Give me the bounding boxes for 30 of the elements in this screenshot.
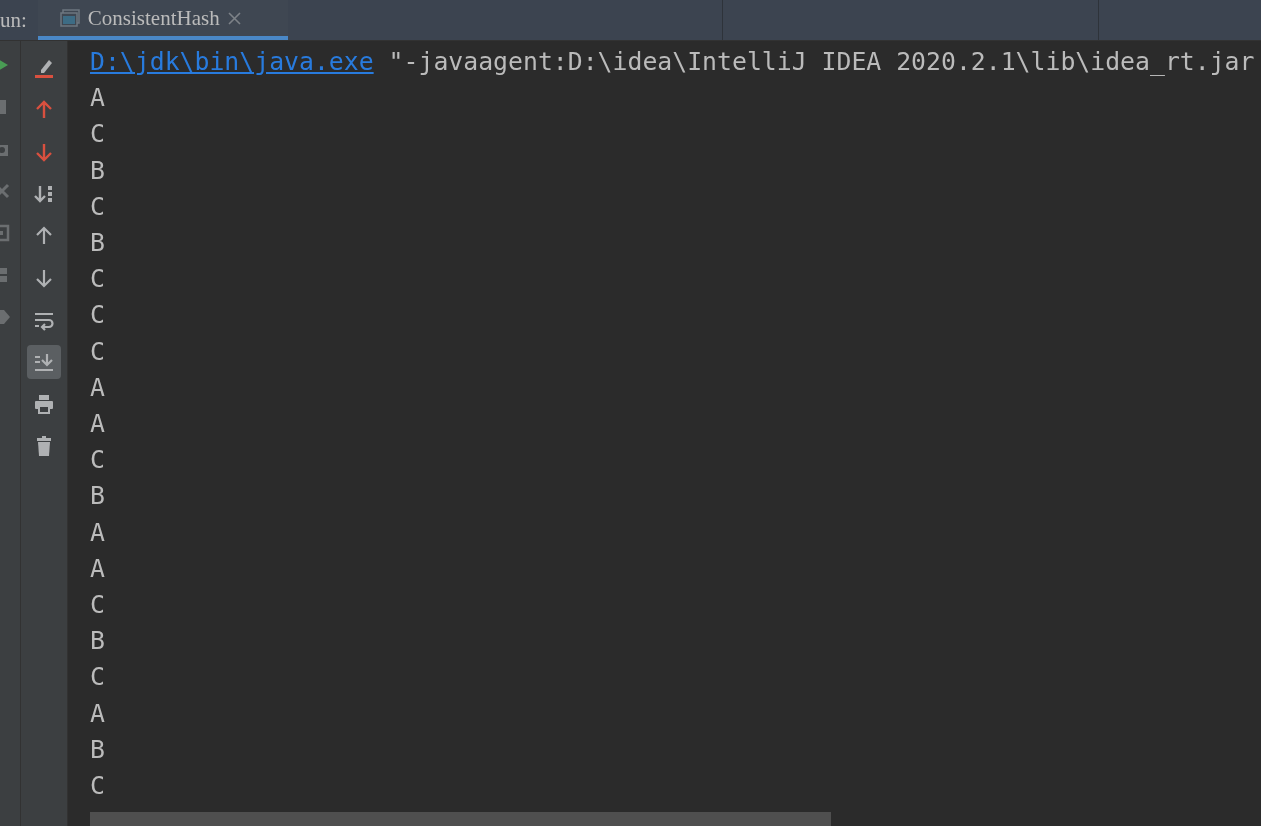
run-label: un:: [0, 7, 27, 33]
output-line: C: [90, 335, 105, 368]
output-line: B: [90, 625, 105, 658]
scrollbar[interactable]: [90, 812, 831, 826]
output-line: C: [90, 770, 105, 803]
scroll-to-end-icon[interactable]: [27, 345, 61, 379]
output-line: B: [90, 480, 105, 513]
command-args: "-javaagent:D:\idea\IntelliJ IDEA 2020.2.1\lib\idea_rt.jar: [388, 47, 1255, 76]
output-line: A: [90, 516, 105, 549]
close-icon[interactable]: [227, 11, 241, 25]
output-line: C: [90, 299, 105, 332]
cross-icon[interactable]: [0, 181, 12, 201]
output-line: A: [90, 82, 105, 115]
output-line: C: [90, 444, 105, 477]
output-line: B: [90, 154, 105, 187]
java-path-link[interactable]: D:\jdk\bin\java.exe: [90, 47, 374, 76]
window-icon[interactable]: [0, 223, 12, 243]
output-line: C: [90, 589, 105, 622]
output-line: C: [90, 118, 105, 151]
window-icon: [59, 9, 80, 27]
output-line: A: [90, 552, 105, 585]
output-line: A: [90, 697, 105, 730]
pin-icon[interactable]: [0, 307, 12, 327]
output-line: B: [90, 733, 105, 766]
output-line: C: [90, 190, 105, 223]
output-line: A: [90, 408, 105, 441]
output-line: C: [90, 263, 105, 296]
output-line: B: [90, 227, 105, 259]
output-line: A: [90, 371, 105, 404]
output-line: C: [90, 661, 105, 694]
